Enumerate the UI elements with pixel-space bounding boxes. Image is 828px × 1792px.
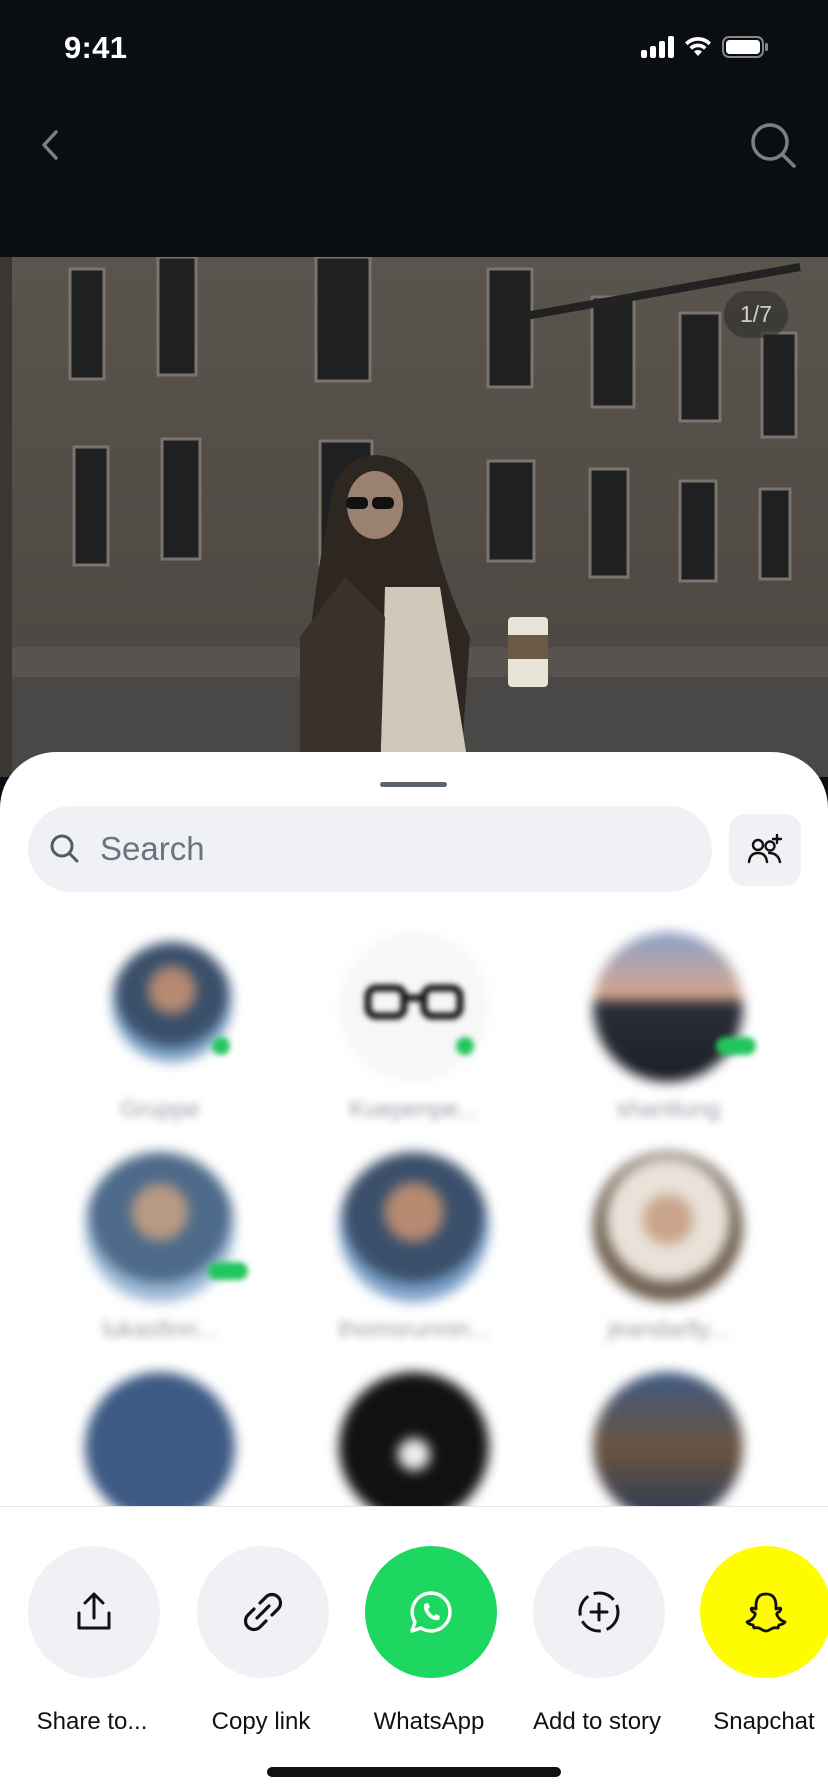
post-photo[interactable]: 1/7 [0, 257, 828, 777]
share-label: Add to story [532, 1708, 662, 1735]
contact-name: thomsrunnin... [337, 1316, 491, 1343]
share-label: Copy link [211, 1708, 311, 1735]
snapchat-icon [745, 1592, 787, 1633]
add-story-icon [578, 1591, 620, 1633]
contact-item[interactable] [32, 1352, 288, 1507]
search-bar[interactable] [28, 806, 712, 892]
copy-link-button[interactable]: Copy link [177, 1546, 345, 1735]
online-indicator [716, 1037, 756, 1055]
contacts-grid: Gruppe Kuepenpe... shantlung lukasfinn..… [0, 912, 828, 1507]
contact-item[interactable]: shantlung [540, 912, 796, 1123]
contact-item[interactable]: Gruppe [32, 912, 288, 1123]
contact-item[interactable]: thomsrunnin... [286, 1132, 542, 1343]
status-bar: 9:41 [0, 0, 828, 100]
contact-name: shantlung [615, 1096, 721, 1123]
wifi-icon [685, 36, 711, 56]
share-icon [77, 1592, 111, 1630]
avatar [85, 1152, 235, 1302]
contact-name: jeandarlly... [607, 1316, 729, 1343]
back-icon[interactable] [28, 122, 74, 168]
whatsapp-button[interactable]: WhatsApp [345, 1546, 513, 1735]
share-circle [365, 1546, 497, 1678]
status-time: 9:41 [64, 30, 128, 65]
contact-item[interactable] [286, 1352, 542, 1507]
contact-item[interactable]: Kuepenpe... [286, 912, 542, 1123]
share-options-row: Share to... Copy link WhatsApp Add to st… [0, 1546, 828, 1735]
snapchat-button[interactable]: Snapchat [680, 1546, 828, 1735]
online-indicator [208, 1262, 248, 1280]
avatar [85, 1372, 235, 1507]
home-indicator[interactable] [267, 1767, 561, 1777]
share-circle [700, 1546, 828, 1678]
search-icon[interactable] [748, 120, 798, 170]
avatar-glasses-icon [364, 984, 464, 1020]
share-to-button[interactable]: Share to... [8, 1546, 176, 1735]
top-nav [0, 100, 828, 258]
contact-item[interactable] [540, 1352, 796, 1507]
share-circle [197, 1546, 329, 1678]
share-sheet: Gruppe Kuepenpe... shantlung lukasfinn..… [0, 752, 828, 1792]
link-icon [243, 1592, 283, 1632]
contact-item[interactable]: jeandarlly... [540, 1132, 796, 1343]
battery-icon [722, 36, 768, 58]
share-label: WhatsApp [373, 1708, 485, 1735]
avatar [593, 932, 743, 1082]
share-circle [28, 1546, 160, 1678]
share-label: Snapchat [713, 1708, 815, 1735]
add-to-story-button[interactable]: Add to story [513, 1546, 681, 1735]
avatar [593, 1152, 743, 1302]
avatar [593, 1372, 743, 1507]
online-indicator [212, 1037, 230, 1055]
add-friends-button[interactable] [729, 814, 801, 886]
contact-item[interactable]: lukasfinn... [32, 1132, 288, 1343]
search-icon [50, 834, 79, 863]
contact-name: Kuepenpe... [349, 1096, 479, 1123]
contact-name: Gruppe [119, 1096, 201, 1123]
avatar [339, 1372, 489, 1507]
add-friends-icon [747, 833, 783, 864]
sheet-grabber[interactable] [380, 782, 447, 787]
online-indicator [456, 1037, 474, 1055]
page-indicator: 1/7 [724, 291, 788, 338]
photo-scene [0, 257, 828, 777]
share-circle [533, 1546, 665, 1678]
whatsapp-icon [410, 1591, 452, 1633]
share-label: Share to... [36, 1708, 148, 1735]
divider [0, 1506, 828, 1507]
cellular-signal-icon [641, 36, 674, 58]
avatar [339, 1152, 489, 1302]
contact-name: lukasfinn... [102, 1316, 218, 1343]
search-input[interactable] [100, 830, 660, 868]
status-icons [641, 36, 768, 58]
